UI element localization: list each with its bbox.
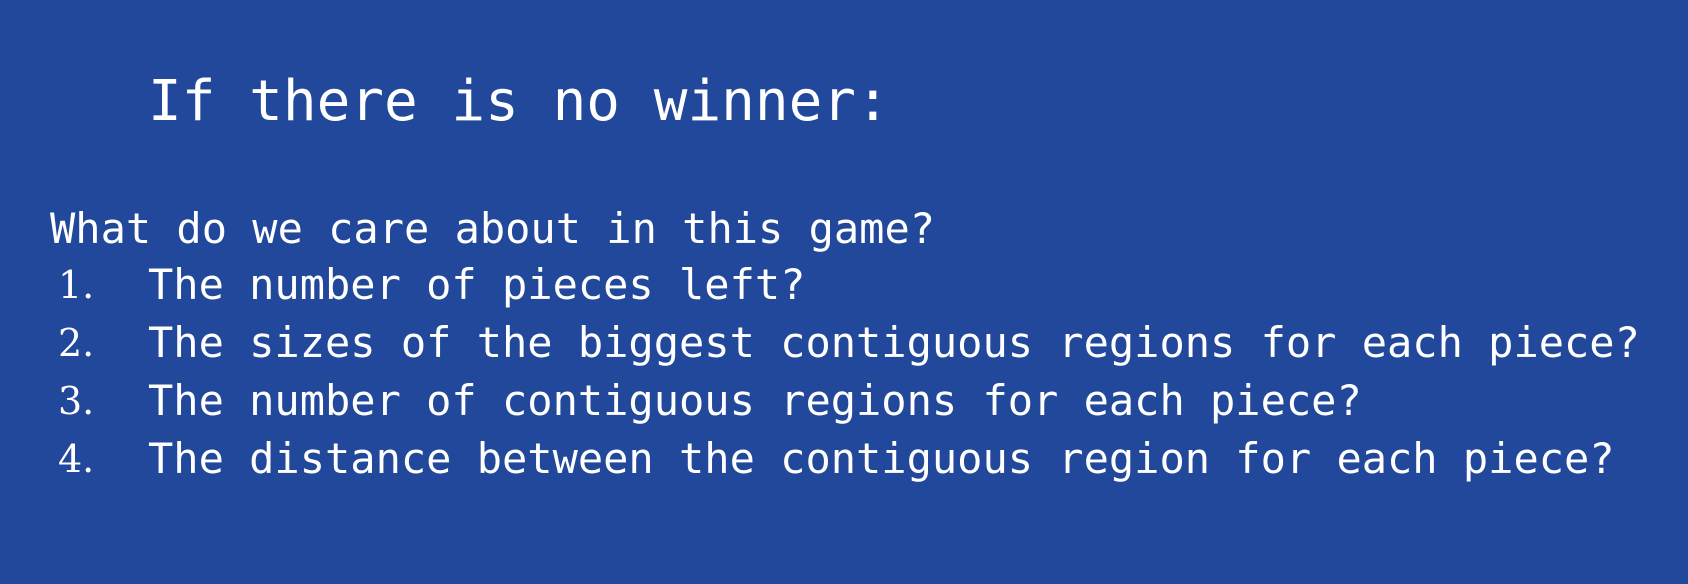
intro-question: What do we care about in this game? (50, 204, 936, 253)
slide-title: If there is no winner: (148, 69, 890, 134)
list-item-number: 2. (58, 321, 95, 365)
list-item-text: The number of contiguous regions for eac… (148, 376, 1362, 425)
list-item-number: 1. (58, 263, 95, 307)
list-item-text: The number of pieces left? (148, 260, 806, 309)
list-item-text: The sizes of the biggest contiguous regi… (148, 318, 1640, 367)
slide: If there is no winner: What do we care a… (0, 0, 1688, 584)
list-item-number: 3. (58, 379, 95, 423)
list-item-text: The distance between the contiguous regi… (148, 434, 1615, 483)
list-item-number: 4. (58, 437, 95, 481)
